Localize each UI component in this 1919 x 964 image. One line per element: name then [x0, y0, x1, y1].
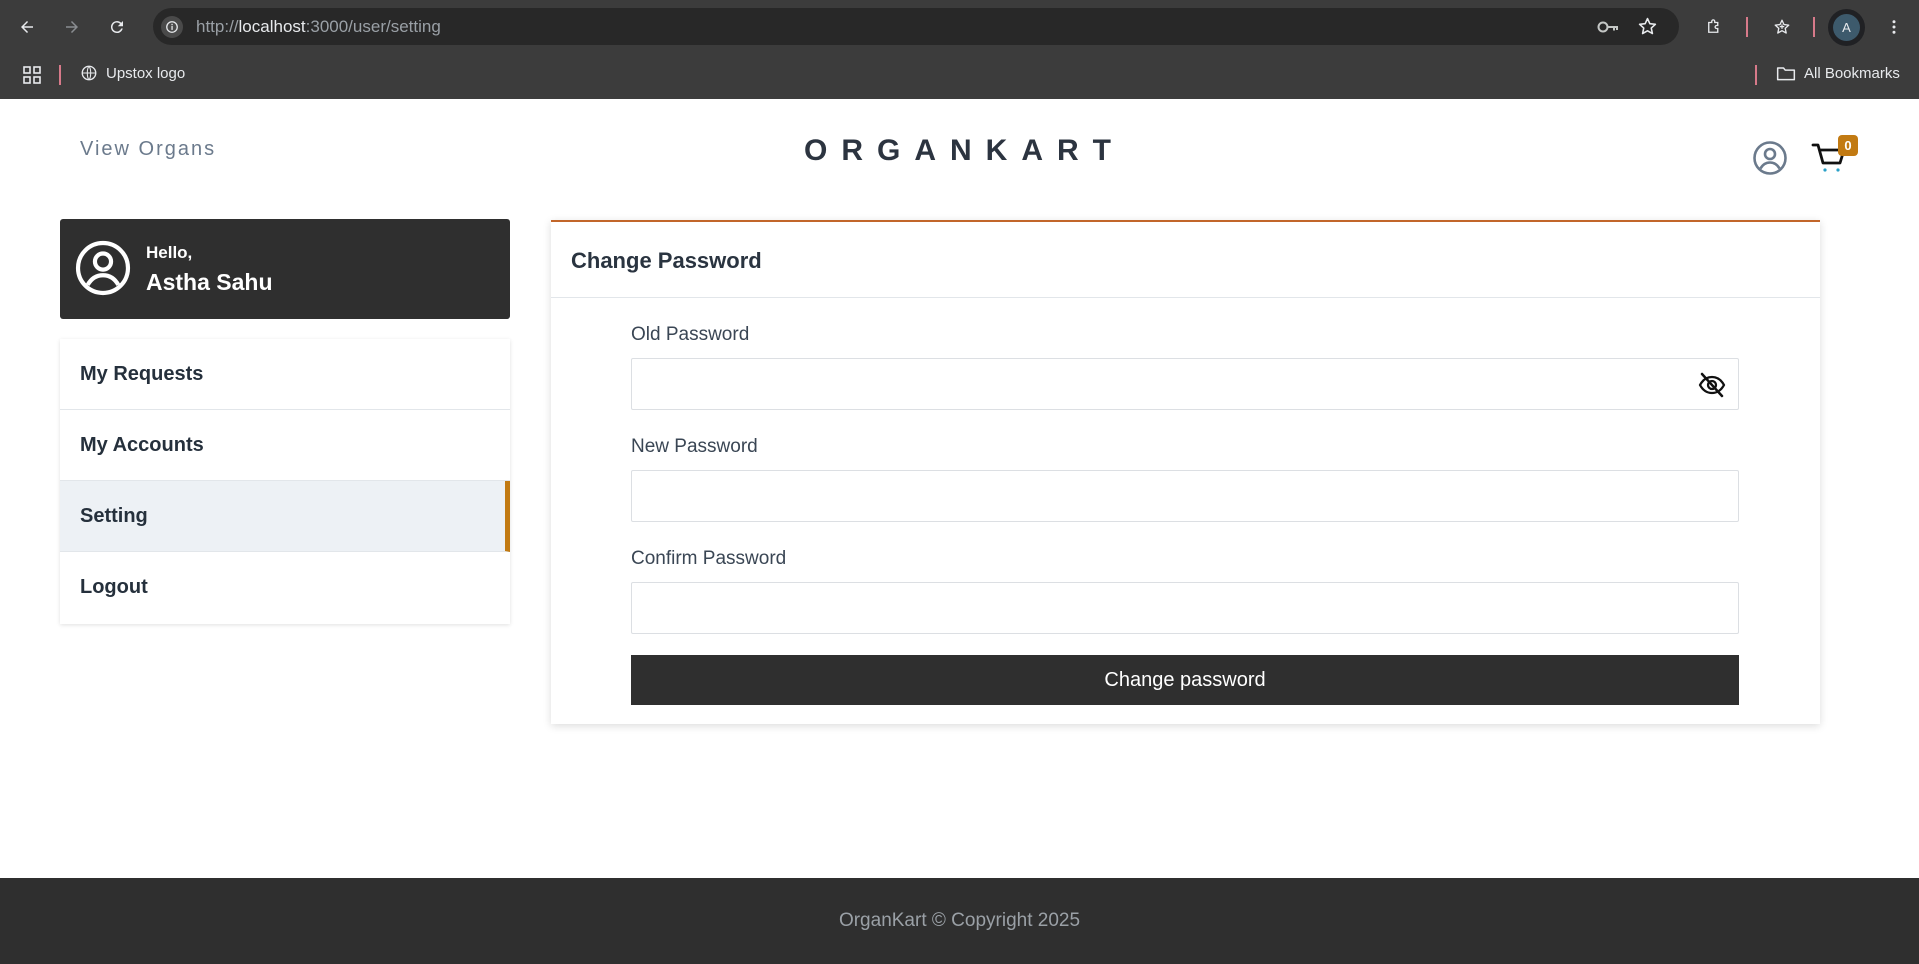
globe-icon: [81, 65, 97, 81]
sidebar-item-my-accounts[interactable]: My Accounts: [60, 410, 510, 481]
old-password-field[interactable]: [631, 358, 1739, 410]
toolbar-separator: [1746, 17, 1748, 37]
sidebar-menu: My Requests My Accounts Setting Logout: [60, 339, 510, 624]
bookmarks-separator: [59, 65, 61, 85]
card-divider: [551, 297, 1820, 298]
profile-initial: A: [1833, 14, 1860, 41]
greeting-text: Hello,: [146, 243, 193, 262]
old-password-label: Old Password: [631, 324, 750, 345]
cart-count-badge: 0: [1838, 135, 1858, 156]
bookmarks-bar: Upstox logo All Bookmarks: [0, 53, 1919, 99]
user-name: Astha Sahu: [146, 269, 273, 295]
url-path: :3000/user/setting: [305, 17, 441, 36]
eye-off-icon[interactable]: [1698, 372, 1726, 403]
extensions-icon[interactable]: [1700, 13, 1728, 41]
profile-avatar[interactable]: A: [1828, 9, 1865, 46]
back-arrow-icon[interactable]: [13, 13, 41, 41]
new-password-label: New Password: [631, 436, 758, 457]
all-bookmarks-label: All Bookmarks: [1804, 64, 1900, 82]
site-logo[interactable]: ORGANKART: [804, 134, 1125, 168]
change-password-button[interactable]: Change password: [631, 655, 1739, 705]
user-avatar-icon: [74, 239, 132, 302]
sidebar-item-logout[interactable]: Logout: [60, 552, 510, 623]
bookmark-label: Upstox logo: [106, 64, 186, 82]
all-bookmarks[interactable]: All Bookmarks: [1776, 64, 1900, 82]
url-text[interactable]: http://localhost:3000/user/setting: [196, 17, 441, 37]
card-title: Change Password: [571, 248, 762, 273]
sidebar-item-my-requests[interactable]: My Requests: [60, 339, 510, 410]
user-account-icon[interactable]: [1752, 140, 1788, 181]
url-host: localhost: [238, 17, 306, 36]
sidebar-item-setting[interactable]: Setting: [60, 481, 510, 552]
toolbar-separator: [1813, 17, 1815, 37]
confirm-password-field[interactable]: [631, 582, 1739, 634]
browser-toolbar: http://localhost:3000/user/setting A: [0, 0, 1919, 53]
password-key-icon[interactable]: [1596, 17, 1620, 42]
view-organs-link[interactable]: View Organs: [80, 138, 216, 161]
bookmark-upstox[interactable]: Upstox logo: [80, 64, 185, 82]
url-scheme: http://: [196, 17, 239, 36]
bookmarks-separator: [1755, 65, 1757, 85]
footer: OrganKart © Copyright 2025: [0, 878, 1919, 964]
change-password-card: Change Password Old Password New Passwor…: [551, 220, 1820, 724]
new-password-field[interactable]: [631, 470, 1739, 522]
bookmark-star-icon[interactable]: [1768, 13, 1796, 41]
info-icon[interactable]: [161, 16, 183, 38]
reload-icon[interactable]: [103, 13, 131, 41]
apps-grid-icon[interactable]: [22, 65, 42, 90]
forward-arrow-icon[interactable]: [58, 13, 86, 41]
footer-copyright: OrganKart © Copyright 2025: [838, 910, 1081, 931]
star-icon[interactable]: [1637, 16, 1658, 42]
user-greeting-card: Hello, Astha Sahu: [60, 219, 510, 319]
address-bar[interactable]: http://localhost:3000/user/setting: [153, 8, 1679, 45]
confirm-password-label: Confirm Password: [631, 548, 787, 569]
folder-icon: [1776, 67, 1796, 81]
menu-dots-icon[interactable]: [1880, 13, 1908, 41]
